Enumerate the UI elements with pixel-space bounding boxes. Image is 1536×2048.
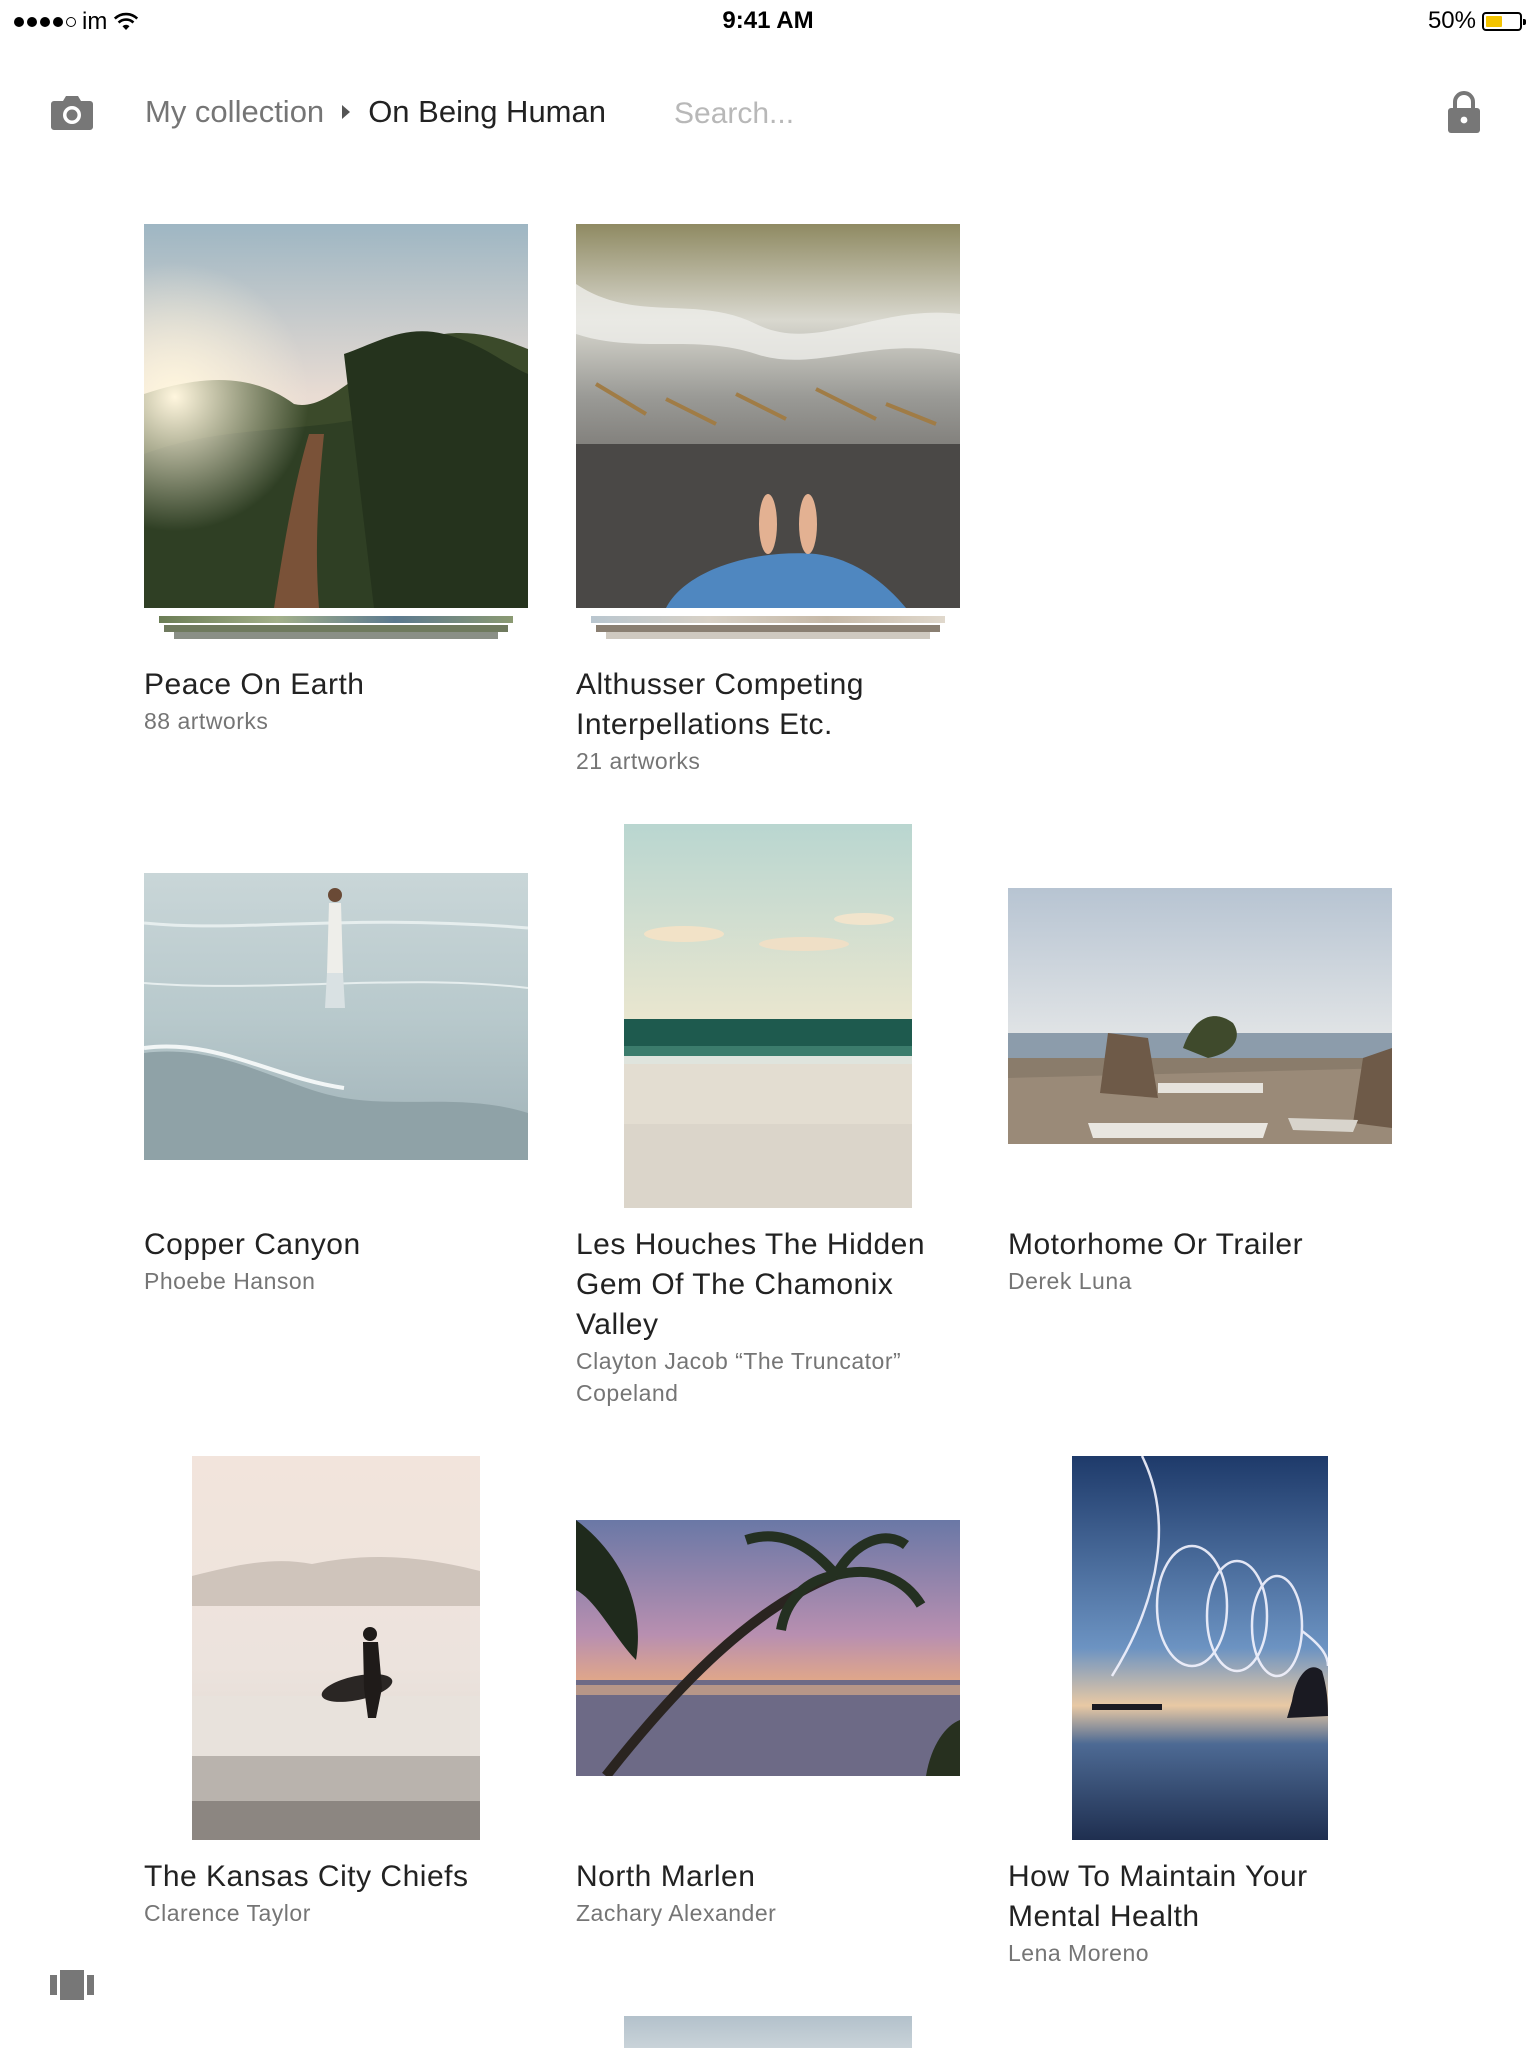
breadcrumb: My collection On Being Human bbox=[145, 94, 606, 130]
artwork-card[interactable]: The Kansas City Chiefs Clarence Taylor bbox=[144, 1456, 528, 1936]
set-cover-image bbox=[576, 224, 960, 608]
artwork-title: Copper Canyon bbox=[144, 1228, 361, 1261]
battery-level bbox=[1486, 15, 1502, 27]
set-count: 88 artworks bbox=[144, 708, 269, 734]
status-time: 9:41 AM bbox=[722, 7, 814, 34]
artwork-artist: Clayton Jacob “The Truncator” Copeland bbox=[576, 1348, 902, 1406]
set-title: Althusser Competing Interpellations Etc. bbox=[576, 668, 864, 741]
set-cover-image bbox=[144, 224, 528, 608]
carousel-icon bbox=[50, 1970, 94, 2000]
artwork-card[interactable]: Copper Canyon Phoebe Hanson bbox=[144, 824, 528, 1304]
artwork-title: North Marlen bbox=[576, 1860, 756, 1893]
set-count: 21 artworks bbox=[576, 748, 701, 774]
artwork-artist: Lena Moreno bbox=[1008, 1940, 1150, 1966]
artwork-image bbox=[1072, 1456, 1328, 1840]
carousel-button[interactable] bbox=[50, 1970, 94, 2000]
artwork-card[interactable]: North Marlen Zachary Alexander bbox=[576, 1456, 960, 1936]
stack-layer bbox=[159, 616, 513, 623]
stack-layer bbox=[174, 632, 498, 639]
battery-icon bbox=[1482, 11, 1526, 31]
artwork-title: The Kansas City Chiefs bbox=[144, 1860, 469, 1893]
set-title: Peace On Earth bbox=[144, 668, 365, 701]
artwork-artist: Zachary Alexander bbox=[576, 1900, 777, 1926]
artwork-card[interactable]: Motorhome Or Trailer Derek Luna bbox=[1008, 824, 1392, 1304]
set-card[interactable]: Althusser Competing Interpellations Etc.… bbox=[576, 224, 960, 784]
artwork-card[interactable]: How To Maintain Your Mental Health Lena … bbox=[1008, 1456, 1392, 1976]
artwork-title: Les Houches The Hidden Gem Of The Chamon… bbox=[576, 1228, 925, 1341]
chevron-right-icon bbox=[342, 105, 351, 119]
artwork-artist: Derek Luna bbox=[1008, 1268, 1132, 1294]
artwork-image bbox=[1008, 888, 1392, 1144]
stack-layer bbox=[596, 625, 940, 632]
artwork-title: How To Maintain Your Mental Health bbox=[1008, 1860, 1308, 1933]
lock-button[interactable] bbox=[1446, 90, 1482, 134]
battery-percent: 50% bbox=[1427, 7, 1476, 34]
breadcrumb-current: On Being Human bbox=[368, 94, 606, 129]
artwork-image bbox=[144, 873, 528, 1160]
artwork-card[interactable]: Les Houches The Hidden Gem Of The Chamon… bbox=[576, 824, 960, 1424]
stack-layer bbox=[606, 632, 930, 639]
artwork-image bbox=[624, 824, 912, 1208]
header-bar: My collection On Being Human bbox=[0, 80, 1536, 150]
stack-layer bbox=[164, 625, 508, 632]
stack-layer bbox=[591, 616, 945, 623]
artwork-title: Motorhome Or Trailer bbox=[1008, 1228, 1304, 1261]
breadcrumb-my-collection[interactable]: My collection bbox=[145, 94, 324, 130]
artwork-image-partial[interactable] bbox=[624, 2016, 912, 2048]
camera-button[interactable] bbox=[50, 92, 94, 132]
artwork-artist: Clarence Taylor bbox=[144, 1900, 311, 1926]
search-input[interactable] bbox=[672, 88, 1076, 140]
set-card[interactable]: Peace On Earth 88 artworks bbox=[144, 224, 528, 744]
artwork-artist: Phoebe Hanson bbox=[144, 1268, 316, 1294]
artwork-image bbox=[576, 1520, 960, 1776]
camera-icon bbox=[51, 96, 93, 130]
artwork-image bbox=[192, 1456, 480, 1840]
status-bar-right: 50% bbox=[1427, 7, 1526, 35]
status-bar: im 9:41 AM 50% bbox=[0, 0, 1536, 44]
lock-icon bbox=[1448, 91, 1480, 133]
